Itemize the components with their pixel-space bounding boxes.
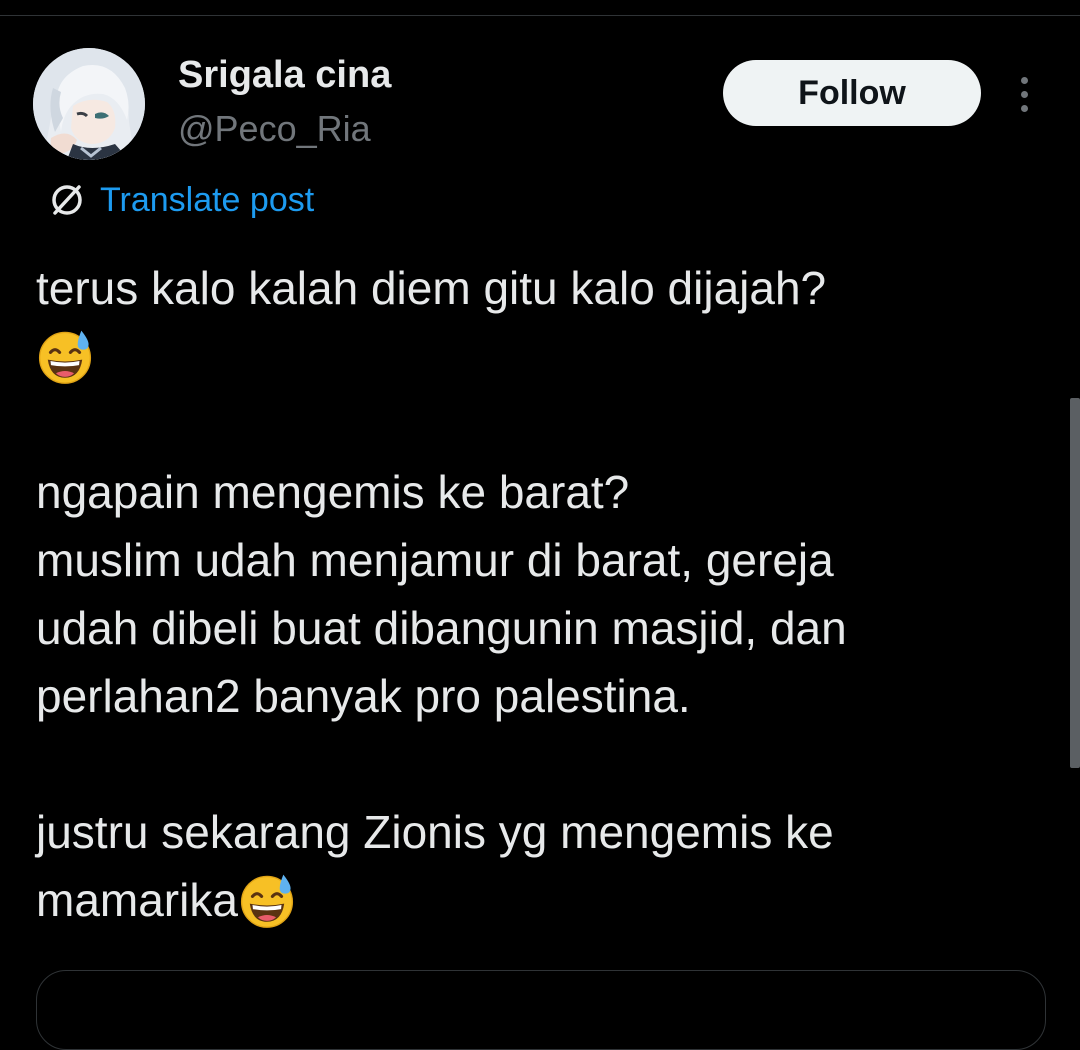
post-line: udah dibeli buat dibangunin masjid, dan	[36, 602, 847, 654]
post-line: justru sekarang Zionis yg mengemis ke	[36, 806, 834, 858]
quoted-post-card[interactable]	[36, 970, 1046, 1050]
anime-character-avatar-icon	[33, 48, 145, 160]
translate-post-label: Translate post	[100, 180, 315, 219]
translate-post-link[interactable]: Translate post	[46, 178, 314, 222]
author-display-name[interactable]: Srigala cina	[178, 54, 391, 97]
post-line: terus kalo kalah diem gitu kalo dijajah?	[36, 262, 827, 314]
scrollbar-thumb[interactable]	[1070, 398, 1080, 768]
grinning-face-with-sweat-icon	[240, 874, 293, 928]
post-line: ngapain mengemis ke barat?	[36, 466, 630, 518]
author-avatar[interactable]	[33, 48, 145, 160]
author-handle[interactable]: @Peco_Ria	[178, 108, 371, 150]
post-emoji-line	[36, 322, 1046, 390]
post-line: muslim udah menjamur di barat, gereja	[36, 534, 834, 586]
translate-globe-icon	[52, 185, 82, 215]
top-divider	[0, 0, 1080, 16]
post-line: perlahan2 banyak pro palestina.	[36, 670, 691, 722]
follow-button[interactable]: Follow	[723, 60, 981, 126]
more-vertical-icon	[1020, 76, 1028, 84]
more-vertical-icon-dot	[1020, 90, 1028, 98]
grinning-face-with-sweat-icon	[38, 330, 92, 384]
more-options-button[interactable]	[1006, 70, 1042, 118]
post-last-line: mamarika	[36, 866, 1046, 934]
post-line: mamarika	[36, 874, 238, 926]
post-text: terus kalo kalah diem gitu kalo dijajah?…	[36, 254, 1046, 934]
more-vertical-icon-dot	[1020, 104, 1028, 112]
